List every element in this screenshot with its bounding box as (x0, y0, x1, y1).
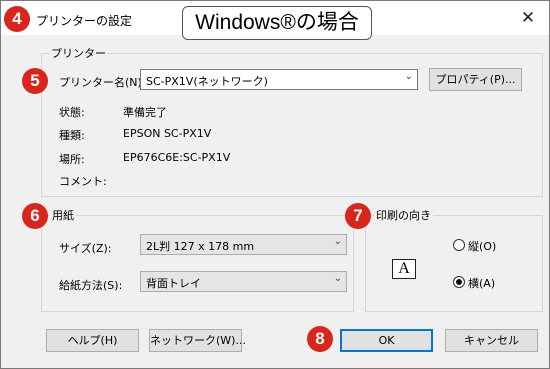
type-value: EPSON SC-PX1V (123, 127, 212, 140)
orientation-group-label: 印刷の向き (374, 207, 433, 223)
printer-name-select[interactable]: SC-PX1V(ネットワーク) ⌄ (140, 69, 418, 90)
cancel-button[interactable]: キャンセル (445, 329, 538, 352)
chevron-down-icon: ⌄ (404, 71, 413, 82)
step-marker-7: 7 (345, 203, 371, 229)
windows-banner: Windows®の場合 (182, 6, 372, 40)
portrait-label[interactable]: 縦(O) (468, 238, 496, 254)
status-value: 準備完了 (123, 106, 167, 119)
type-label: 種類: (59, 129, 85, 142)
printer-name-label: プリンター名(N): (59, 76, 146, 89)
paper-size-select[interactable]: 2L判 127 x 178 mm ⌄ (140, 234, 347, 255)
chevron-down-icon: ⌄ (333, 273, 342, 284)
step-marker-8: 8 (307, 326, 333, 352)
properties-button[interactable]: プロパティ(P)... (429, 68, 522, 91)
location-label: 場所: (59, 153, 85, 166)
status-label: 状態: (59, 106, 85, 119)
paper-group-label: 用紙 (50, 207, 76, 223)
window-title: プリンターの設定 (36, 14, 133, 28)
landscape-label[interactable]: 横(A) (468, 275, 495, 291)
comment-label: コメント: (59, 175, 107, 188)
paper-group (41, 215, 354, 312)
orientation-preview-icon: A (392, 259, 416, 279)
ok-button[interactable]: OK (340, 329, 433, 352)
step-marker-5: 5 (22, 68, 48, 94)
printer-group-label: プリンター (49, 45, 108, 61)
printer-name-value: SC-PX1V(ネットワーク) (146, 75, 268, 88)
network-button[interactable]: ネットワーク(W)... (149, 329, 246, 352)
step-marker-6: 6 (22, 203, 48, 229)
paper-source-select[interactable]: 背面トレイ ⌄ (140, 271, 347, 292)
printer-setup-dialog: プリンターの設定 ✕ Windows®の場合 4 プリンター 5 プリンター名(… (0, 0, 550, 369)
paper-source-value: 背面トレイ (146, 277, 201, 290)
paper-source-label: 給紙方法(S): (59, 279, 123, 292)
close-icon[interactable]: ✕ (517, 7, 539, 29)
landscape-radio[interactable] (453, 276, 465, 288)
step-marker-4: 4 (4, 6, 30, 32)
location-value: EP676C6E:SC-PX1V (123, 151, 231, 164)
paper-size-value: 2L判 127 x 178 mm (146, 240, 255, 253)
portrait-radio[interactable] (453, 239, 465, 251)
paper-size-label: サイズ(Z): (59, 242, 112, 255)
help-button[interactable]: ヘルプ(H) (46, 329, 139, 352)
chevron-down-icon: ⌄ (333, 236, 342, 247)
